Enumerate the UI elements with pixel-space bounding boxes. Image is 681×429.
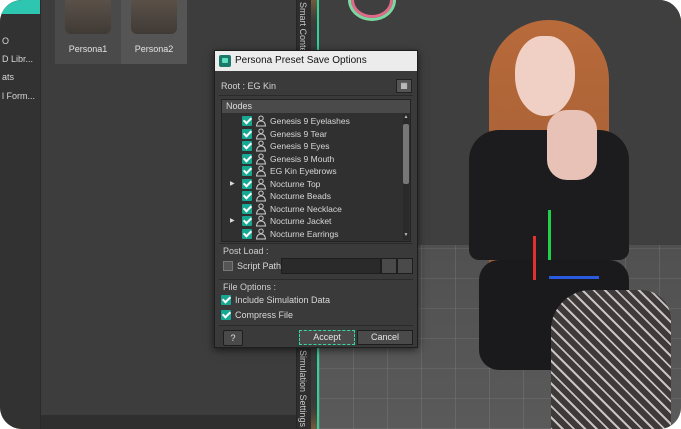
library-item[interactable]: ats — [2, 72, 14, 82]
tab-simulation-settings[interactable]: Simulation Settings — [298, 350, 308, 427]
tree-node[interactable]: Nocturne Necklace — [222, 203, 402, 215]
node-checkbox[interactable] — [242, 141, 252, 151]
node-label: Nocturne Beads — [270, 191, 331, 201]
dialog-title: Persona Preset Save Options — [235, 55, 367, 66]
figure-node-icon — [255, 228, 267, 239]
app-window: O D Libr... ats l Form... Persona1 Perso… — [0, 0, 681, 429]
transform-gizmo-x[interactable] — [533, 236, 536, 280]
persona-label: Persona1 — [68, 44, 108, 54]
accept-button[interactable]: Accept — [299, 330, 355, 345]
divider — [219, 95, 413, 96]
figure-face — [515, 36, 575, 116]
node-checkbox[interactable] — [242, 128, 252, 139]
library-panel: O D Libr... ats l Form... — [0, 0, 41, 429]
tree-node[interactable]: Genesis 9 Mouth — [222, 153, 402, 165]
node-checkbox[interactable] — [242, 178, 252, 189]
browse-button[interactable] — [381, 258, 397, 274]
node-label: EG Kin Eyebrows — [270, 166, 337, 176]
persona-thumbnail[interactable]: Persona2 — [121, 0, 187, 64]
transform-gizmo-z[interactable] — [549, 276, 599, 279]
node-label: Nocturne Earrings — [270, 228, 339, 239]
tree-node[interactable]: Nocturne Earrings — [222, 228, 402, 240]
tree-node[interactable]: ▶ Nocturne Top — [222, 178, 402, 190]
tree-node[interactable]: Genesis 9 Eyes — [222, 140, 402, 152]
tree-node[interactable]: Genesis 9 Eyelashes — [222, 115, 402, 127]
node-label: Nocturne Jacket — [270, 216, 332, 226]
cancel-button[interactable]: Cancel — [357, 330, 413, 345]
persona-label: Persona2 — [134, 44, 174, 54]
compress-checkbox[interactable] — [221, 310, 231, 320]
node-checkbox[interactable] — [242, 153, 252, 164]
figure-node-icon — [255, 140, 267, 152]
tree-node[interactable]: Nocturne Beads — [222, 190, 402, 202]
expand-arrow-icon[interactable]: ▶ — [230, 178, 235, 190]
root-options-icon[interactable]: ▦ — [396, 79, 412, 93]
file-options-label: File Options : — [223, 282, 277, 292]
node-label: Genesis 9 Eyes — [270, 141, 330, 151]
include-sim-row[interactable]: Include Simulation Data — [221, 294, 371, 306]
figure-node-icon — [255, 165, 267, 177]
figure-node-icon — [255, 115, 267, 127]
content-footer — [41, 415, 296, 429]
nodes-header: Nodes — [222, 100, 410, 113]
node-checkbox[interactable] — [242, 166, 252, 176]
nodes-tree: Nodes Genesis 9 Eyelashes Genesis 9 Tear… — [221, 99, 411, 242]
root-label: Root : EG Kin — [221, 81, 277, 91]
node-label: Genesis 9 Mouth — [270, 153, 335, 164]
node-label: Nocturne Necklace — [270, 203, 342, 214]
node-label: Genesis 9 Tear — [270, 128, 328, 139]
help-button[interactable]: ? — [223, 330, 243, 346]
post-load-label: Post Load : — [223, 246, 269, 256]
figure-leg — [551, 290, 671, 429]
tree-node[interactable]: EG Kin Eyebrows — [222, 165, 402, 177]
node-checkbox[interactable] — [242, 216, 252, 226]
app-logo-icon — [219, 55, 231, 67]
scroll-down-icon[interactable]: ▼ — [403, 232, 409, 240]
node-checkbox[interactable] — [242, 116, 252, 126]
persona-preview — [131, 0, 177, 34]
scrollbar-thumb[interactable] — [403, 124, 409, 184]
include-sim-checkbox[interactable] — [221, 295, 231, 305]
expand-arrow-icon[interactable]: ▶ — [230, 215, 235, 227]
script-path-checkbox[interactable] — [223, 261, 233, 271]
persona-thumbnail[interactable]: Persona1 — [55, 0, 121, 64]
dialog-titlebar[interactable]: Persona Preset Save Options — [215, 51, 417, 71]
script-path-label: Script Path: — [237, 261, 284, 271]
divider — [219, 243, 413, 244]
figure-node-icon — [255, 128, 267, 139]
divider — [219, 279, 413, 280]
figure-node-icon — [255, 203, 267, 214]
clear-path-button[interactable] — [397, 258, 413, 274]
node-checkbox[interactable] — [242, 203, 252, 214]
script-path-input[interactable] — [281, 258, 381, 274]
persona-preview — [65, 0, 111, 34]
script-path-row: Script Path: — [223, 260, 284, 272]
tree-node[interactable]: Genesis 9 Tear — [222, 128, 402, 140]
node-label: Genesis 9 Eyelashes — [270, 116, 350, 126]
figure-node-icon — [255, 215, 267, 227]
library-item[interactable]: O — [2, 36, 9, 46]
library-item[interactable]: D Libr... — [2, 54, 33, 64]
include-sim-label: Include Simulation Data — [235, 295, 331, 305]
library-item[interactable]: l Form... — [2, 91, 35, 101]
node-checkbox[interactable] — [242, 228, 252, 239]
node-checkbox[interactable] — [242, 191, 252, 201]
figure-node-icon — [255, 190, 267, 202]
figure-arm — [547, 110, 597, 180]
compress-label: Compress File — [235, 310, 294, 320]
nodes-scrollbar[interactable]: ▲ ▼ — [403, 114, 409, 240]
transform-gizmo-y[interactable] — [548, 210, 551, 260]
scroll-up-icon[interactable]: ▲ — [403, 114, 409, 122]
figure-node-icon — [255, 178, 267, 189]
figure-node-icon — [255, 153, 267, 164]
divider — [219, 325, 413, 326]
persona-save-dialog: Persona Preset Save Options Root : EG Ki… — [214, 50, 418, 348]
compress-row[interactable]: Compress File — [221, 309, 371, 321]
tree-node[interactable]: ▶ Nocturne Jacket — [222, 215, 402, 227]
library-accent — [0, 0, 40, 14]
node-label: Nocturne Top — [270, 178, 321, 189]
